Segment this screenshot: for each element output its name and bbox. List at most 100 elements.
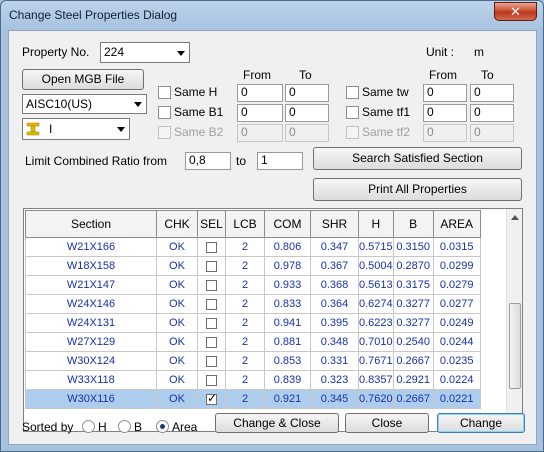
cell-h: 0.5613: [358, 275, 394, 295]
col-header-chk[interactable]: CHK: [156, 210, 198, 238]
sort-area-radio[interactable]: [156, 420, 169, 433]
same-tf1-to-input[interactable]: 0: [470, 104, 514, 122]
database-select[interactable]: AISC10(US): [22, 94, 147, 114]
close-button[interactable]: Close: [345, 413, 429, 433]
select-checkbox-cell[interactable]: [197, 370, 226, 390]
cell-b: 0.3277: [392, 294, 434, 314]
same-tw-from-input[interactable]: 0: [423, 84, 467, 102]
same-tw-to-input[interactable]: 0: [470, 84, 514, 102]
select-checkbox-cell[interactable]: [197, 313, 226, 333]
same-b1-checkbox[interactable]: [158, 106, 171, 119]
cell-section: W21X147: [25, 275, 157, 295]
property-no-select[interactable]: 224: [100, 42, 190, 63]
cell-b: 0.3150: [392, 237, 434, 257]
unit-value: m: [474, 45, 484, 59]
table-row[interactable]: W33X118 OK 2 0.839 0.323 0.8357 0.2921 0.0224: [25, 370, 481, 390]
col-header-h[interactable]: H: [358, 210, 394, 238]
same-tf1-checkbox[interactable]: [346, 106, 359, 119]
row-select-checkbox[interactable]: [206, 241, 217, 253]
col-header-b[interactable]: B: [392, 210, 434, 238]
table-row[interactable]: W24X131 OK 2 0.941 0.395 0.6223 0.3277 0.0249: [25, 313, 481, 333]
select-checkbox-cell[interactable]: [197, 351, 226, 371]
table-row[interactable]: W24X146 OK 2 0.833 0.364 0.6274 0.3277 0.0277: [25, 294, 481, 314]
row-select-checkbox[interactable]: [206, 374, 217, 386]
same-b2-checkbox: [158, 126, 171, 139]
section-table: Section CHK SEL LCB COM SHR H B AREA W21…: [23, 208, 523, 432]
same-b1-from-input[interactable]: 0: [237, 104, 283, 122]
cell-area: 0.0299: [432, 256, 481, 276]
cell-area: 0.0279: [432, 275, 481, 295]
scrollbar-thumb[interactable]: [509, 303, 521, 389]
same-h-checkbox[interactable]: [158, 86, 171, 99]
cell-h: 0.7671: [358, 351, 394, 371]
title-bar[interactable]: Change Steel Properties Dialog ✕: [1, 1, 543, 29]
cell-section: W33X118: [25, 370, 157, 390]
same-h-from-input[interactable]: 0: [237, 84, 283, 102]
col-header-area[interactable]: AREA: [432, 210, 481, 238]
row-select-checkbox[interactable]: [206, 298, 217, 310]
same-b1-label: Same B1: [174, 105, 224, 119]
row-select-checkbox[interactable]: [206, 355, 217, 367]
cell-h: 0.8357: [358, 370, 394, 390]
scroll-up-icon[interactable]: [511, 215, 519, 220]
select-checkbox-cell[interactable]: [197, 294, 226, 314]
cell-shr: 0.345: [310, 389, 359, 409]
table-row[interactable]: W30X124 OK 2 0.853 0.331 0.7671 0.2667 0.0235: [25, 351, 481, 371]
row-select-checkbox[interactable]: [206, 391, 217, 405]
window-close-button[interactable]: ✕: [494, 2, 537, 21]
same-tw-checkbox[interactable]: [346, 86, 359, 99]
property-no-label: Property No.: [22, 45, 90, 59]
dialog-client-area: Property No. 224 Unit : m Open MGB File …: [8, 30, 537, 445]
table-row[interactable]: W30X116OK 20.9210.3450.76200.26670.0221: [25, 389, 481, 409]
same-tf1-from-input[interactable]: 0: [423, 104, 467, 122]
cell-com: 0.806: [264, 237, 311, 257]
ratio-to-input[interactable]: 1: [257, 152, 303, 170]
col-header-lcb[interactable]: LCB: [225, 210, 265, 238]
col-header-com[interactable]: COM: [264, 210, 311, 238]
cell-section: W24X146: [25, 294, 157, 314]
table-vertical-scrollbar[interactable]: [506, 209, 522, 431]
cell-shr: 0.323: [310, 370, 359, 390]
sort-h-radio[interactable]: [82, 420, 95, 433]
open-mgb-file-button[interactable]: Open MGB File: [22, 69, 144, 90]
same-tw-label: Same tw: [362, 85, 409, 99]
shape-select[interactable]: I: [22, 118, 130, 140]
row-select-checkbox[interactable]: [206, 336, 217, 348]
cell-h: 0.7620: [358, 389, 394, 409]
cell-area: 0.0235: [432, 351, 481, 371]
cell-b: 0.3277: [392, 313, 434, 333]
cell-h: 0.5715: [358, 237, 394, 257]
table-row[interactable]: W18X158 OK 2 0.978 0.367 0.5004 0.2870 0.0299: [25, 256, 481, 276]
search-satisfied-section-button[interactable]: Search Satisfied Section: [313, 147, 522, 170]
chevron-down-icon: [177, 50, 185, 56]
ratio-from-input[interactable]: 0,8: [185, 152, 231, 170]
print-all-properties-button[interactable]: Print All Properties: [313, 178, 522, 201]
col-header-section[interactable]: Section: [25, 210, 157, 238]
i-beam-icon: [26, 122, 40, 139]
cell-shr: 0.348: [310, 332, 359, 352]
cell-com: 0.941: [264, 313, 311, 333]
same-h-to-input[interactable]: 0: [285, 84, 329, 102]
select-checkbox-cell[interactable]: [197, 256, 226, 276]
row-select-checkbox[interactable]: [206, 317, 217, 329]
change-button[interactable]: Change: [437, 413, 525, 433]
select-checkbox-cell[interactable]: [197, 237, 226, 257]
col-header-sel[interactable]: SEL: [197, 210, 226, 238]
select-checkbox-cell[interactable]: [197, 275, 226, 295]
col-header-shr[interactable]: SHR: [310, 210, 359, 238]
select-checkbox-cell[interactable]: [197, 332, 226, 352]
cell-area: 0.0224: [432, 370, 481, 390]
change-and-close-button[interactable]: Change & Close: [215, 413, 339, 433]
table-row[interactable]: W27X129 OK 2 0.881 0.348 0.7010 0.2540 0.0244: [25, 332, 481, 352]
cell-com: 0.978: [264, 256, 311, 276]
same-b1-to-input[interactable]: 0: [285, 104, 329, 122]
sort-b-radio[interactable]: [118, 420, 131, 433]
row-select-checkbox[interactable]: [206, 260, 217, 272]
table-row[interactable]: W21X166 OK 2 0.806 0.347 0.5715 0.3150 0.0315: [25, 237, 481, 257]
row-select-checkbox[interactable]: [206, 279, 217, 291]
same-b2-label: Same B2: [174, 125, 224, 139]
table-row[interactable]: W21X147 OK 2 0.933 0.368 0.5613 0.3175 0.0279: [25, 275, 481, 295]
same-tf1-label: Same tf1: [362, 105, 411, 119]
cell-chk: OK: [156, 237, 198, 257]
select-checkbox-cell[interactable]: [197, 389, 226, 409]
